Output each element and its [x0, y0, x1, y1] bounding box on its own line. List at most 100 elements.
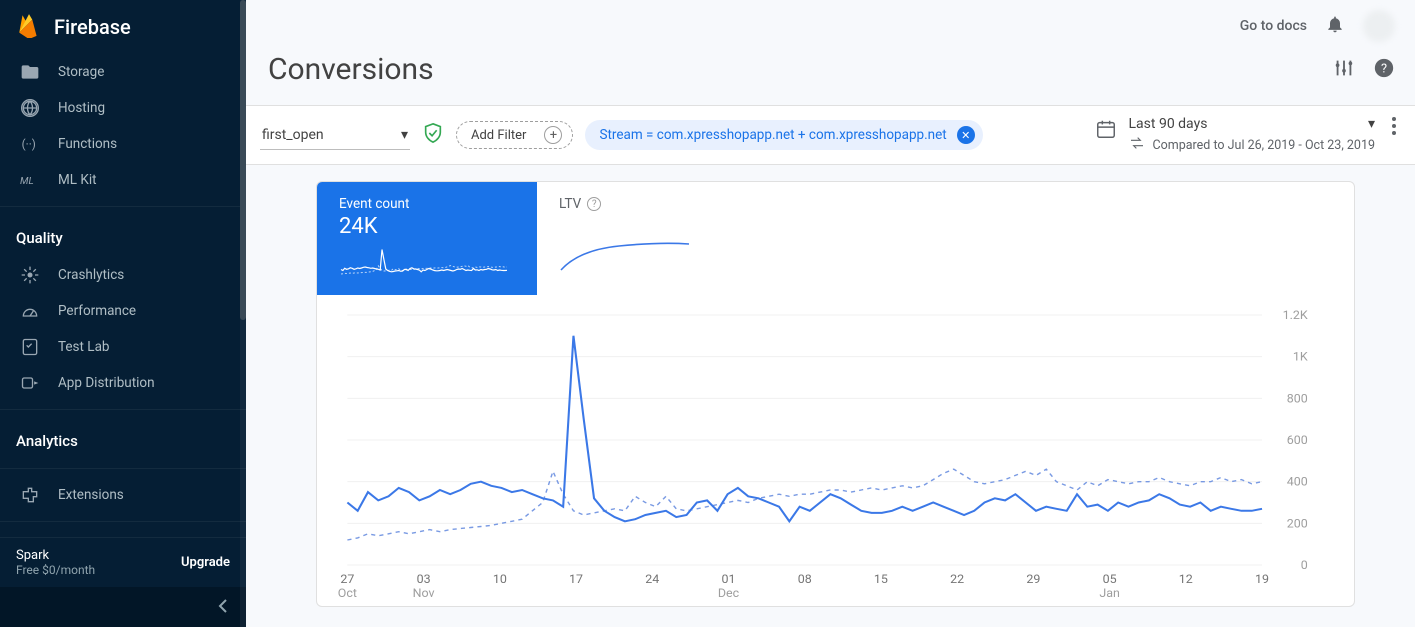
sidebar-item-performance[interactable]: Performance: [0, 293, 246, 329]
svg-text:22: 22: [950, 572, 964, 586]
stream-chip-label: Stream = com.xpresshopapp.net + com.xpre…: [599, 127, 946, 143]
main: Go to docs Conversions ? first_open: [246, 0, 1415, 627]
caret-down-icon: ▾: [401, 127, 408, 143]
sparkline-event-count: [339, 245, 509, 279]
svg-text:10: 10: [493, 572, 507, 586]
remove-chip-icon[interactable]: ✕: [957, 126, 975, 144]
plan-sub: Free $0/month: [16, 563, 95, 577]
svg-text:Nov: Nov: [413, 586, 435, 600]
event-select-value: first_open: [262, 127, 324, 143]
sidebar-scrollbar[interactable]: [240, 0, 246, 627]
sidebar-item-hosting[interactable]: Hosting: [0, 90, 246, 126]
folder-icon: [20, 62, 40, 82]
caret-down-icon: ▾: [1368, 116, 1375, 132]
tab-title: LTV: [559, 196, 581, 212]
sidebar: Firebase Storage Hosting (··) Functions …: [0, 0, 246, 627]
plan-box: Spark Free $0/month Upgrade: [0, 537, 246, 587]
svg-text:24: 24: [645, 572, 659, 586]
svg-text:03: 03: [417, 572, 431, 586]
chevron-left-icon: [218, 598, 228, 617]
svg-text:?: ?: [1381, 62, 1387, 77]
upgrade-button[interactable]: Upgrade: [181, 555, 230, 570]
sidebar-item-label: Test Lab: [58, 339, 110, 355]
svg-text:Jan: Jan: [1099, 586, 1120, 600]
sidebar-item-label: Storage: [58, 64, 104, 80]
topbar: Go to docs: [246, 0, 1415, 48]
sidebar-item-functions[interactable]: (··) Functions: [0, 126, 246, 162]
docs-link[interactable]: Go to docs: [1240, 18, 1307, 34]
brand-text: Firebase: [54, 15, 131, 39]
date-range-value: Last 90 days: [1129, 116, 1208, 132]
sidebar-item-appdistribution[interactable]: App Distribution: [0, 365, 246, 401]
avatar[interactable]: [1363, 10, 1395, 42]
verified-shield-icon: [422, 122, 444, 148]
svg-text:(··): (··): [22, 137, 36, 151]
compare-swap-icon: [1129, 136, 1145, 154]
sidebar-item-label: Extensions: [58, 487, 124, 503]
chart-area: 02004006008001K1.2K27Oct03Nov10172401Dec…: [317, 295, 1354, 607]
tab-value: 24K: [339, 214, 519, 239]
svg-text:29: 29: [1026, 572, 1040, 586]
help-icon[interactable]: ?: [587, 197, 601, 211]
firebase-logo-icon: [16, 12, 42, 42]
svg-text:17: 17: [569, 572, 583, 586]
event-select[interactable]: first_open ▾: [260, 121, 410, 150]
chart-card: Event count 24K LTV ?: [316, 181, 1355, 607]
sidebar-item-label: ML Kit: [58, 172, 97, 188]
plus-icon: +: [544, 126, 562, 144]
distribution-icon: [20, 373, 40, 393]
line-chart: 02004006008001K1.2K27Oct03Nov10172401Dec…: [337, 305, 1314, 605]
page-title: Conversions: [268, 52, 434, 87]
calendar-icon: [1095, 118, 1117, 144]
date-range-select[interactable]: Last 90 days ▾: [1129, 116, 1375, 132]
svg-text:200: 200: [1287, 517, 1308, 531]
sidebar-item-label: Performance: [58, 303, 136, 319]
svg-text:0: 0: [1301, 558, 1308, 572]
stream-filter-chip[interactable]: Stream = com.xpresshopapp.net + com.xpre…: [585, 120, 982, 150]
plan-name: Spark: [16, 548, 95, 563]
sidebar-item-storage[interactable]: Storage: [0, 54, 246, 90]
brand[interactable]: Firebase: [0, 0, 246, 54]
add-filter-label: Add Filter: [471, 128, 526, 143]
svg-text:Dec: Dec: [718, 586, 739, 600]
compare-text: Compared to Jul 26, 2019 - Oct 23, 2019: [1153, 138, 1375, 153]
gauge-icon: [20, 301, 40, 321]
sidebar-collapse[interactable]: [0, 587, 246, 627]
add-filter-button[interactable]: Add Filter +: [456, 121, 573, 149]
svg-text:12: 12: [1179, 572, 1193, 586]
svg-text:08: 08: [798, 572, 812, 586]
crashlytics-icon: [20, 265, 40, 285]
svg-text:ML: ML: [20, 176, 34, 187]
svg-text:600: 600: [1287, 433, 1308, 447]
kebab-icon[interactable]: [1387, 116, 1401, 140]
svg-text:05: 05: [1103, 572, 1117, 586]
help-icon[interactable]: ?: [1373, 52, 1395, 87]
sidebar-item-testlab[interactable]: Test Lab: [0, 329, 246, 365]
metric-tabs: Event count 24K LTV ?: [317, 182, 1354, 295]
sidebar-item-mlkit[interactable]: ML ML Kit: [0, 162, 246, 198]
sidebar-item-crashlytics[interactable]: Crashlytics: [0, 257, 246, 293]
filter-bar: first_open ▾ Add Filter + Stream = com.x…: [246, 105, 1415, 165]
svg-text:15: 15: [874, 572, 888, 586]
sidebar-item-label: App Distribution: [58, 375, 155, 391]
section-analytics[interactable]: Analytics: [0, 418, 246, 460]
sidebar-item-label: Crashlytics: [58, 267, 124, 283]
page-title-row: Conversions ?: [246, 48, 1415, 105]
sidebar-item-label: Functions: [58, 136, 117, 152]
sidebar-item-extensions[interactable]: Extensions: [0, 477, 246, 513]
mlkit-icon: ML: [20, 170, 40, 190]
sidebar-item-label: Hosting: [58, 100, 105, 116]
svg-text:19: 19: [1255, 572, 1269, 586]
sliders-icon[interactable]: [1333, 52, 1355, 87]
svg-text:01: 01: [721, 572, 735, 586]
compare-row: Compared to Jul 26, 2019 - Oct 23, 2019: [1129, 136, 1375, 154]
section-quality[interactable]: Quality: [0, 215, 246, 257]
svg-text:400: 400: [1287, 475, 1308, 489]
svg-text:1.2K: 1.2K: [1283, 308, 1308, 322]
bell-icon[interactable]: [1325, 14, 1345, 38]
tab-event-count[interactable]: Event count 24K: [317, 182, 537, 295]
svg-text:800: 800: [1287, 392, 1308, 406]
sparkline-ltv: [559, 240, 729, 274]
tab-ltv[interactable]: LTV ?: [537, 182, 757, 295]
functions-icon: (··): [20, 134, 40, 154]
